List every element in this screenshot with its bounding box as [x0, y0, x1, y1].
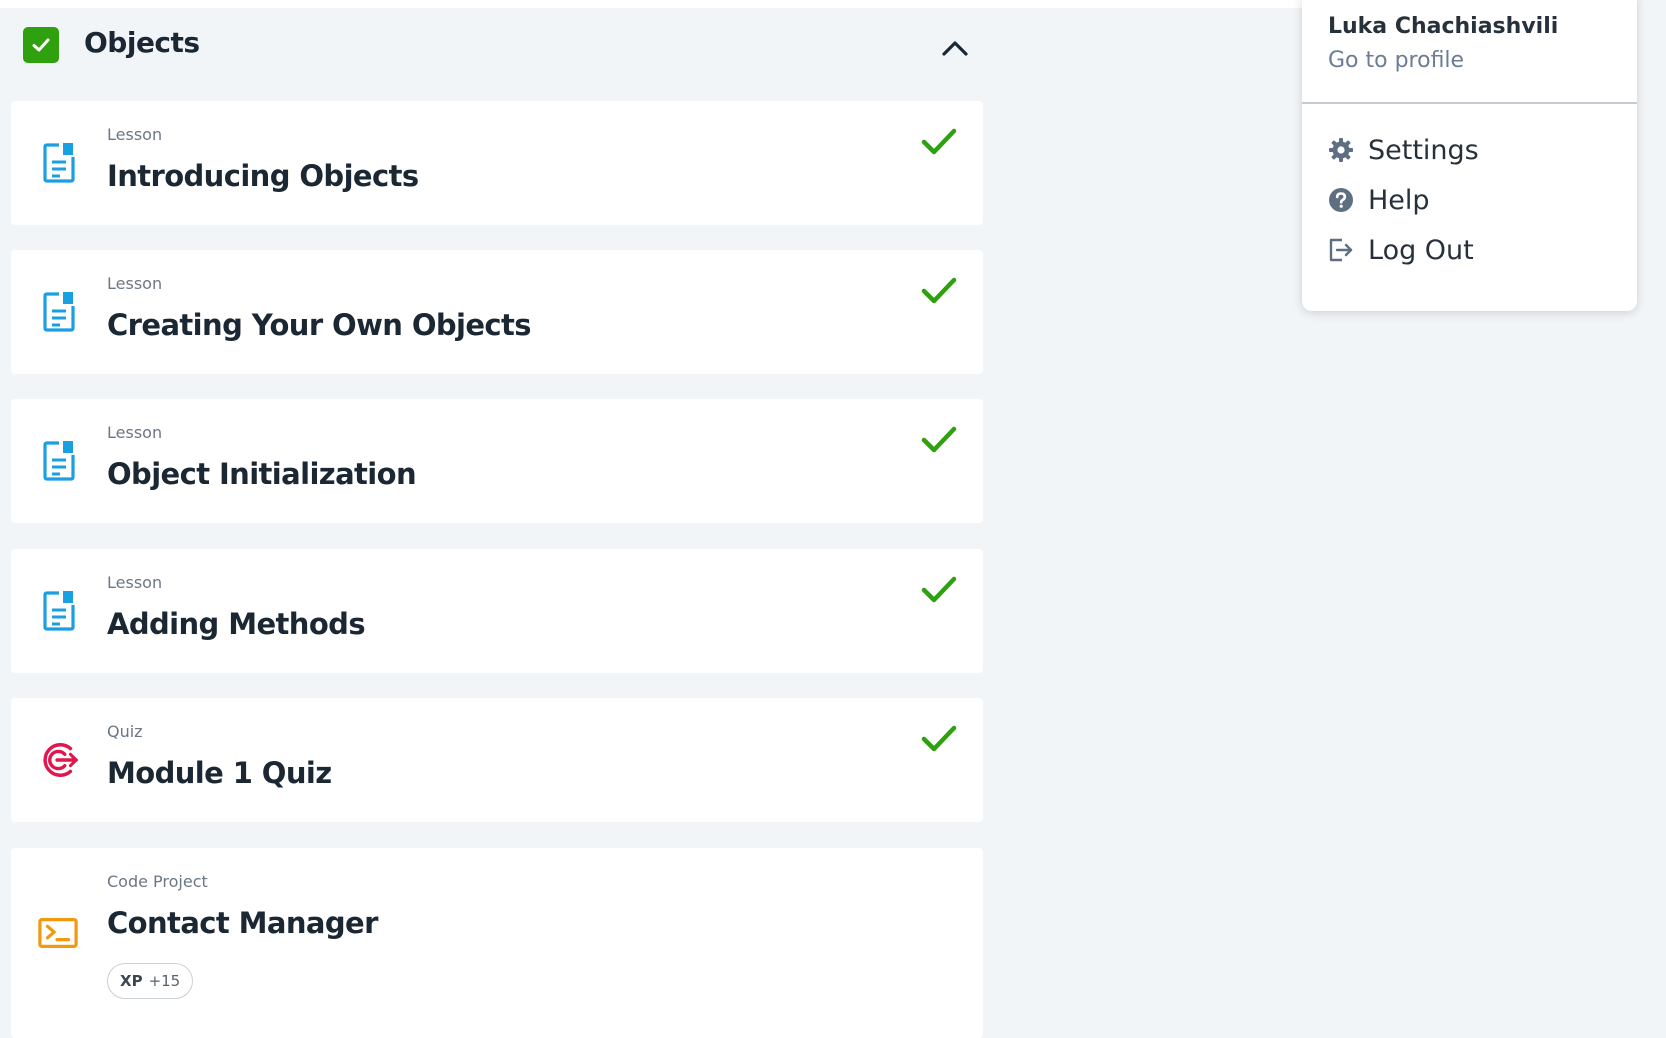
lesson-doc-icon [39, 141, 79, 185]
item-type-label: Code Project [107, 872, 208, 891]
gear-icon [1328, 137, 1354, 163]
item-title: Object Initialization [107, 457, 417, 491]
item-title: Creating Your Own Objects [107, 308, 532, 342]
target-icon [39, 738, 79, 782]
lesson-doc-icon [39, 290, 79, 334]
module-complete-badge [23, 27, 59, 63]
completed-check-icon [921, 725, 957, 752]
xp-label: XP [120, 972, 143, 990]
module-header[interactable]: Objects [0, 8, 985, 88]
completed-check-icon [921, 426, 957, 453]
menu-item-logout[interactable]: Log Out [1328, 230, 1474, 270]
item-title: Contact Manager [107, 906, 378, 940]
chevron-up-icon [942, 41, 968, 56]
xp-badge: XP +15 [107, 963, 194, 999]
lesson-card[interactable]: Lesson Object Initialization [11, 399, 983, 523]
item-type-label: Lesson [107, 274, 163, 293]
xp-value: +15 [148, 972, 181, 990]
menu-item-help[interactable]: Help [1328, 180, 1430, 220]
completed-check-icon [921, 277, 957, 304]
menu-item-settings[interactable]: Settings [1328, 130, 1479, 170]
item-title: Adding Methods [107, 607, 366, 641]
user-dropdown-menu: Luka Chachiashvili Go to profile Setting… [1302, 0, 1637, 311]
lesson-doc-icon [39, 589, 79, 633]
go-to-profile-link[interactable]: Go to profile [1328, 48, 1464, 73]
lesson-card[interactable]: Lesson Adding Methods [11, 549, 983, 673]
collapse-button[interactable] [935, 32, 975, 64]
item-title: Introducing Objects [107, 159, 419, 193]
quiz-card[interactable]: Quiz Module 1 Quiz [11, 698, 983, 822]
menu-item-label: Settings [1368, 134, 1479, 166]
lesson-doc-icon [39, 439, 79, 483]
menu-item-label: Help [1368, 184, 1430, 216]
lesson-card[interactable]: Lesson Creating Your Own Objects [11, 250, 983, 374]
lesson-card[interactable]: Lesson Introducing Objects [11, 101, 983, 225]
completed-check-icon [921, 128, 957, 155]
code-project-card[interactable]: Code Project Contact Manager XP +15 [11, 848, 983, 1038]
item-type-label: Lesson [107, 573, 163, 592]
module-title: Objects [84, 26, 200, 59]
logout-icon [1328, 237, 1354, 263]
help-circle-icon [1328, 187, 1354, 213]
item-type-label: Quiz [107, 722, 143, 741]
user-name: Luka Chachiashvili [1328, 14, 1559, 39]
top-strip [0, 0, 1302, 8]
menu-item-label: Log Out [1368, 234, 1474, 266]
item-title: Module 1 Quiz [107, 756, 332, 790]
item-type-label: Lesson [107, 423, 163, 442]
check-icon [32, 38, 50, 52]
completed-check-icon [921, 576, 957, 603]
item-type-label: Lesson [107, 125, 163, 144]
terminal-icon [38, 911, 78, 955]
menu-divider [1302, 102, 1637, 104]
